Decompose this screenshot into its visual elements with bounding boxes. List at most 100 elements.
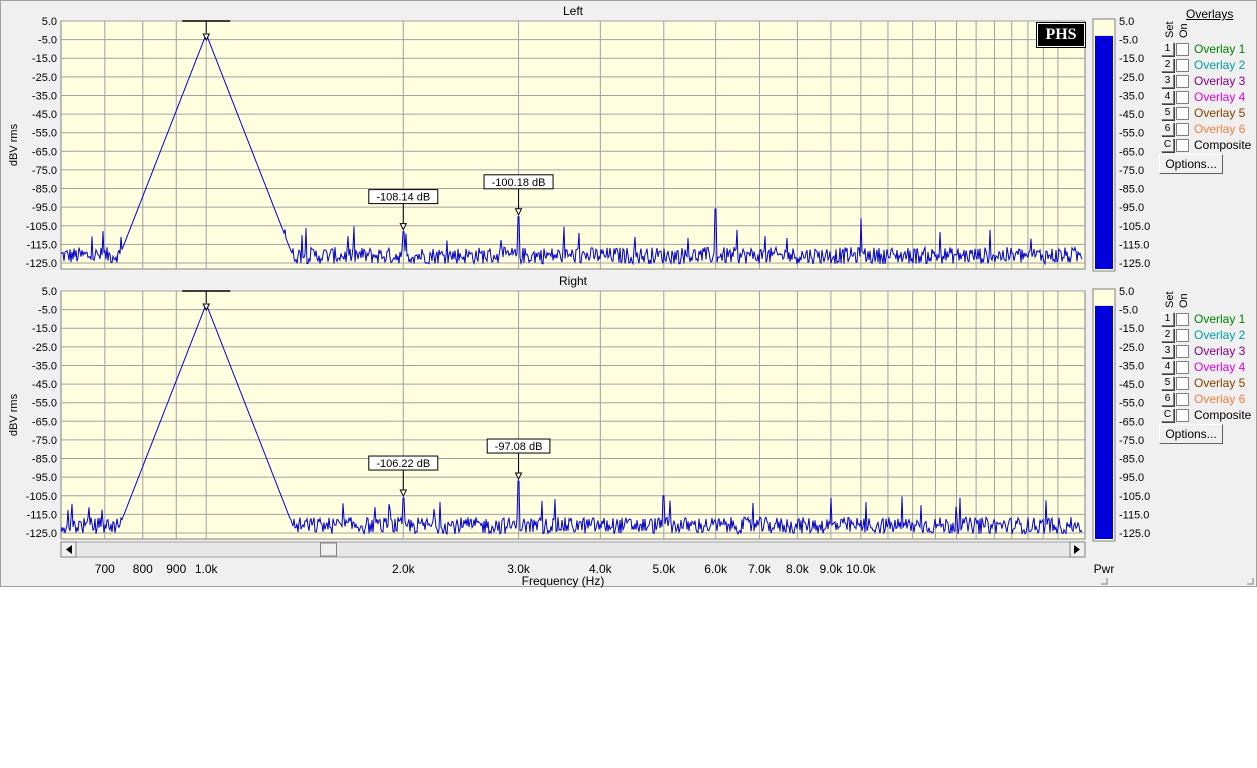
overlay-on-checkbox[interactable] xyxy=(1176,360,1189,374)
y-tick-label: 5.0 xyxy=(42,286,57,298)
overlay-row: C Composite xyxy=(1161,407,1251,423)
overlay-on-checkbox[interactable] xyxy=(1176,58,1189,72)
overlay-set-button[interactable]: 6 xyxy=(1161,392,1174,406)
overlay-set-button[interactable]: C xyxy=(1161,138,1174,152)
meter-tick-label: -115.0 xyxy=(1119,509,1149,521)
spectrum-chart: Left 5.0 5.0 -5.0 -5.0 -15.0 -15.0 -25.0 -25.0 -3… xyxy=(8,4,1254,588)
overlay-set-button[interactable]: 1 xyxy=(1161,312,1174,326)
overlay-set-button[interactable]: 1 xyxy=(1161,42,1174,56)
y-axis-label: dBV rms xyxy=(8,393,20,436)
overlay-label: Composite xyxy=(1194,408,1252,422)
overlay-set-button[interactable]: 4 xyxy=(1161,360,1174,374)
y-tick-label: 5.0 xyxy=(42,16,57,28)
meter-tick-label: -85.0 xyxy=(1119,454,1144,466)
y-tick-label: -45.0 xyxy=(32,379,57,391)
overlay-label: Overlay 2 xyxy=(1194,328,1246,342)
meter-tick-label: -115.0 xyxy=(1119,239,1149,251)
overlay-on-checkbox[interactable] xyxy=(1176,90,1189,104)
overlay-row: 6 Overlay 6 xyxy=(1161,121,1245,137)
y-tick-label: -75.0 xyxy=(32,165,57,177)
overlay-on-checkbox[interactable] xyxy=(1176,344,1189,358)
meter-tick-label: -35.0 xyxy=(1119,90,1144,102)
meter-tick-label: -15.0 xyxy=(1119,323,1144,335)
overlay-on-checkbox[interactable] xyxy=(1176,42,1189,56)
meter-tick-label: -25.0 xyxy=(1119,72,1144,84)
options-button[interactable]: Options... xyxy=(1159,154,1223,174)
meter-tick-label: -65.0 xyxy=(1119,416,1144,428)
x-tick-label: 6.0k xyxy=(704,562,728,576)
meter-tick-label: -5.0 xyxy=(1119,35,1138,47)
meter-tick-label: -105.0 xyxy=(1119,491,1150,503)
meter-tick-label: -75.0 xyxy=(1119,165,1144,177)
meter-tick-label: -55.0 xyxy=(1119,398,1144,410)
meter-tick-label: 5.0 xyxy=(1119,16,1134,28)
y-axis-label: dBV rms xyxy=(8,123,20,166)
y-tick-label: -95.0 xyxy=(32,202,57,214)
chart-title: Right xyxy=(559,274,588,288)
overlay-set-button[interactable]: 3 xyxy=(1161,74,1174,88)
overlay-set-button[interactable]: 2 xyxy=(1161,58,1174,72)
marker-label: -100.18 dB xyxy=(492,177,546,189)
overlay-set-button[interactable]: 5 xyxy=(1161,376,1174,390)
resize-grip xyxy=(1101,578,1108,585)
overlay-set-button[interactable]: 3 xyxy=(1161,344,1174,358)
overlay-on-checkbox[interactable] xyxy=(1176,408,1189,422)
overlay-label: Overlay 3 xyxy=(1194,74,1246,88)
overlay-on-checkbox[interactable] xyxy=(1176,376,1189,390)
marker-label: -106.22 dB xyxy=(376,458,430,470)
overlay-label: Overlay 4 xyxy=(1194,90,1246,104)
overlay-label: Overlay 5 xyxy=(1194,376,1246,390)
meter-tick-label: -125.0 xyxy=(1119,258,1150,270)
y-tick-label: -35.0 xyxy=(32,360,57,372)
y-tick-label: -25.0 xyxy=(32,72,57,84)
overlay-on-checkbox[interactable] xyxy=(1176,106,1189,120)
overlay-on-checkbox[interactable] xyxy=(1176,138,1189,152)
overlay-set-button[interactable]: C xyxy=(1161,408,1174,422)
x-tick-label: 10.0k xyxy=(846,562,876,576)
y-tick-label: -5.0 xyxy=(38,35,57,47)
meter-tick-label: -95.0 xyxy=(1119,202,1144,214)
spectrum-analyzer-window: Left 5.0 5.0 -5.0 -5.0 -15.0 -15.0 -25.0 -25.0 -3… xyxy=(0,0,1257,588)
overlay-on-checkbox[interactable] xyxy=(1176,312,1189,326)
overlay-label: Overlay 5 xyxy=(1194,106,1246,120)
overlay-label: Overlay 6 xyxy=(1194,122,1246,136)
overlay-set-button[interactable]: 2 xyxy=(1161,328,1174,342)
x-tick-label: 9.0k xyxy=(820,562,844,576)
meter-tick-label: -105.0 xyxy=(1119,221,1150,233)
resize-grip xyxy=(1247,578,1254,585)
overlay-row: 3 Overlay 3 xyxy=(1161,343,1245,359)
y-tick-label: -125.0 xyxy=(26,528,57,540)
x-tick-label: 2.0k xyxy=(392,562,416,576)
y-tick-label: -55.0 xyxy=(32,398,57,410)
overlay-row: 5 Overlay 5 xyxy=(1161,375,1245,391)
x-tick-label: 900 xyxy=(166,562,186,576)
y-tick-label: -5.0 xyxy=(38,305,57,317)
overlay-on-checkbox[interactable] xyxy=(1176,328,1189,342)
x-tick-label: 800 xyxy=(133,562,153,576)
overlay-label: Overlay 3 xyxy=(1194,344,1246,358)
overlay-on-checkbox[interactable] xyxy=(1176,74,1189,88)
overlay-set-button[interactable]: 5 xyxy=(1161,106,1174,120)
options-button[interactable]: Options... xyxy=(1159,424,1223,444)
y-tick-label: -65.0 xyxy=(32,146,57,158)
scroll-thumb[interactable] xyxy=(320,542,337,557)
meter-tick-label: -85.0 xyxy=(1119,184,1144,196)
y-tick-label: -65.0 xyxy=(32,416,57,428)
y-tick-label: -85.0 xyxy=(32,454,57,466)
overlay-set-button[interactable]: 6 xyxy=(1161,122,1174,136)
x-tick-label: 700 xyxy=(95,562,115,576)
meter-tick-label: -55.0 xyxy=(1119,128,1144,140)
overlay-row: 1 Overlay 1 xyxy=(1161,41,1245,57)
meter-label: Pwr xyxy=(1094,562,1115,576)
y-tick-label: -105.0 xyxy=(26,491,57,503)
y-tick-label: -125.0 xyxy=(26,258,57,270)
y-tick-label: -105.0 xyxy=(26,221,57,233)
meter-tick-label: -25.0 xyxy=(1119,342,1144,354)
x-tick-label: 5.0k xyxy=(652,562,676,576)
overlay-on-checkbox[interactable] xyxy=(1176,122,1189,136)
overlay-set-button[interactable]: 4 xyxy=(1161,90,1174,104)
overlay-on-checkbox[interactable] xyxy=(1176,392,1189,406)
marker-label: -108.14 dB xyxy=(376,192,430,204)
y-tick-label: -75.0 xyxy=(32,435,57,447)
y-tick-label: -115.0 xyxy=(27,509,57,521)
